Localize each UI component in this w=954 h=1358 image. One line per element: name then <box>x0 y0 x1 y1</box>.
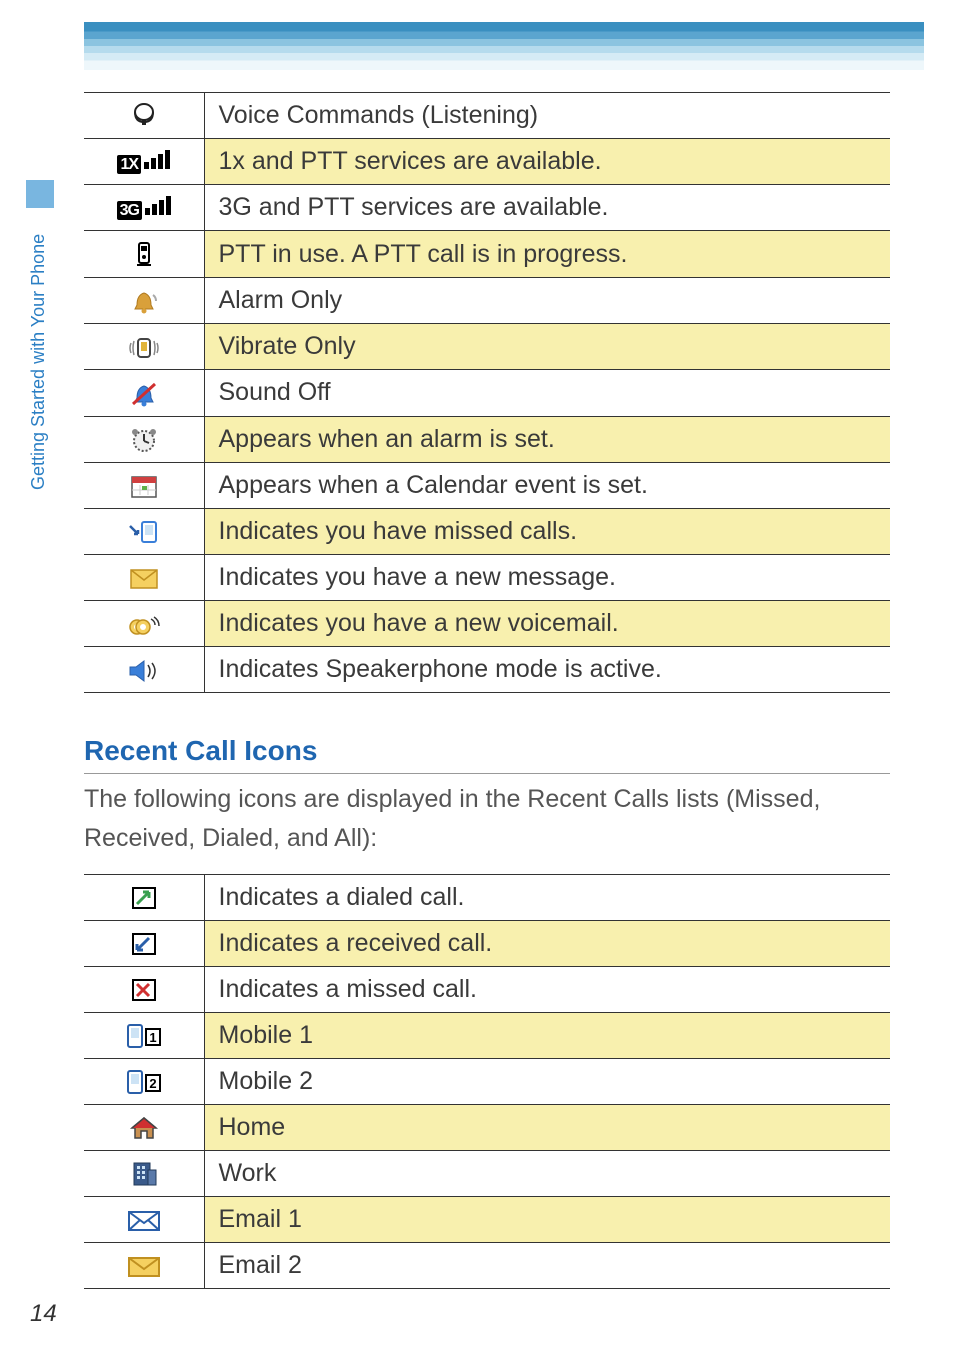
table-row: Indicates Speakerphone mode is active. <box>84 647 890 693</box>
section-tab-marker <box>26 180 54 208</box>
icon-description: Alarm Only <box>204 277 890 323</box>
table-row: Voice Commands (Listening) <box>84 93 890 139</box>
icon-description: Indicates a missed call. <box>204 966 890 1012</box>
ptt-in-use-icon <box>84 231 204 277</box>
voice-commands-icon <box>84 93 204 139</box>
icon-description: Indicates a received call. <box>204 920 890 966</box>
table-row: Indicates a dialed call. <box>84 874 890 920</box>
missed-call-icon <box>84 966 204 1012</box>
section-tab: Getting Started with Your Phone <box>20 180 58 512</box>
work-icon <box>84 1150 204 1196</box>
table-row: Sound Off <box>84 370 890 416</box>
alarm-set-icon <box>84 416 204 462</box>
signal-3g-icon: 3G <box>84 185 204 231</box>
icon-description: Voice Commands (Listening) <box>204 93 890 139</box>
home-icon <box>84 1104 204 1150</box>
table-row: Indicates you have missed calls. <box>84 508 890 554</box>
speakerphone-icon <box>84 647 204 693</box>
icon-description: Home <box>204 1104 890 1150</box>
icon-description: Indicates you have a new voicemail. <box>204 601 890 647</box>
icon-description: PTT in use. A PTT call is in progress. <box>204 231 890 277</box>
table-row: Indicates you have a new message. <box>84 555 890 601</box>
svg-text:2: 2 <box>149 1076 156 1091</box>
table-row: Work <box>84 1150 890 1196</box>
icon-description: 3G and PTT services are available. <box>204 185 890 231</box>
icon-description: Vibrate Only <box>204 324 890 370</box>
table-row: Indicates a received call. <box>84 920 890 966</box>
vibrate-only-icon <box>84 324 204 370</box>
table-row: 1 Mobile 1 <box>84 1012 890 1058</box>
svg-text:1: 1 <box>149 1030 156 1045</box>
recent-call-icons-description: The following icons are displayed in the… <box>84 780 890 858</box>
mobile-1-icon: 1 <box>84 1012 204 1058</box>
table-row: Home <box>84 1104 890 1150</box>
mobile-2-icon: 2 <box>84 1058 204 1104</box>
page-content: Voice Commands (Listening) 1X 1x and PTT… <box>84 92 890 1289</box>
icon-description: Sound Off <box>204 370 890 416</box>
icon-description: Appears when an alarm is set. <box>204 416 890 462</box>
status-icons-table: Voice Commands (Listening) 1X 1x and PTT… <box>84 92 890 693</box>
header-gradient-band <box>84 22 924 70</box>
icon-description: Email 1 <box>204 1197 890 1243</box>
calendar-event-icon <box>84 462 204 508</box>
alarm-only-icon <box>84 277 204 323</box>
table-row: 3G 3G and PTT services are available. <box>84 185 890 231</box>
sound-off-icon <box>84 370 204 416</box>
recent-calls-table: Indicates a dialed call. Indicates a rec… <box>84 874 890 1289</box>
dialed-call-icon <box>84 874 204 920</box>
table-row: PTT in use. A PTT call is in progress. <box>84 231 890 277</box>
table-row: 1X 1x and PTT services are available. <box>84 139 890 185</box>
icon-description: Email 2 <box>204 1243 890 1289</box>
table-row: Indicates you have a new voicemail. <box>84 601 890 647</box>
table-row: Indicates a missed call. <box>84 966 890 1012</box>
table-row: Email 2 <box>84 1243 890 1289</box>
icon-description: Indicates Speakerphone mode is active. <box>204 647 890 693</box>
table-row: Email 1 <box>84 1197 890 1243</box>
icon-description: Mobile 2 <box>204 1058 890 1104</box>
missed-calls-icon <box>84 508 204 554</box>
icon-description: 1x and PTT services are available. <box>204 139 890 185</box>
new-voicemail-icon <box>84 601 204 647</box>
email-2-icon <box>84 1243 204 1289</box>
page-number: 14 <box>30 1300 57 1328</box>
recent-call-icons-heading: Recent Call Icons <box>84 735 890 774</box>
icon-description: Indicates a dialed call. <box>204 874 890 920</box>
received-call-icon <box>84 920 204 966</box>
new-message-icon <box>84 555 204 601</box>
table-row: Alarm Only <box>84 277 890 323</box>
icon-description: Indicates you have missed calls. <box>204 508 890 554</box>
table-row: Appears when an alarm is set. <box>84 416 890 462</box>
section-tab-label: Getting Started with Your Phone <box>28 212 49 512</box>
table-row: Vibrate Only <box>84 324 890 370</box>
icon-description: Indicates you have a new message. <box>204 555 890 601</box>
table-row: Appears when a Calendar event is set. <box>84 462 890 508</box>
icon-description: Mobile 1 <box>204 1012 890 1058</box>
signal-1x-icon: 1X <box>84 139 204 185</box>
table-row: 2 Mobile 2 <box>84 1058 890 1104</box>
icon-description: Work <box>204 1150 890 1196</box>
email-1-icon <box>84 1197 204 1243</box>
icon-description: Appears when a Calendar event is set. <box>204 462 890 508</box>
